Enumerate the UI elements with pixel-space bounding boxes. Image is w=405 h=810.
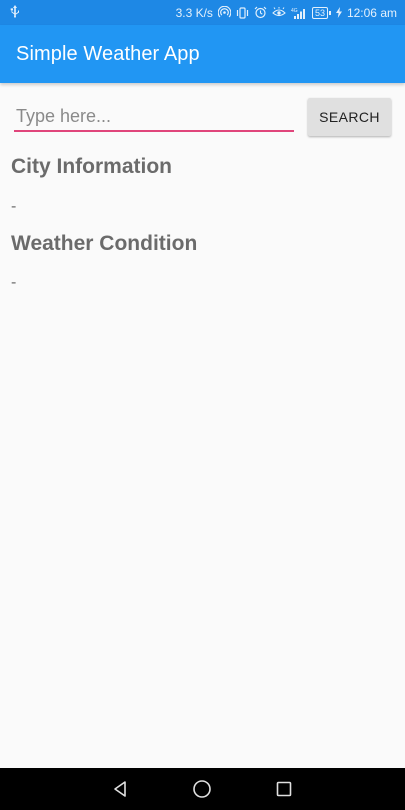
eye-comfort-icon [272,7,286,18]
weather-condition-title: Weather Condition [11,232,198,255]
status-bar: 3.3 K/s 4G 53 12:06 am [0,0,405,25]
app-bar: Simple Weather App [0,25,405,83]
status-right: 3.3 K/s 4G 53 12:06 am [176,6,397,20]
back-icon[interactable] [108,777,132,801]
weather-condition-value: - [11,274,17,291]
city-info-value: - [11,198,17,215]
hotspot-icon [217,6,231,19]
search-button[interactable]: SEARCH [308,98,391,136]
vibrate-icon [236,6,249,19]
charging-icon [335,7,342,18]
search-input[interactable] [14,102,294,132]
usb-icon [10,4,20,21]
alarm-icon [254,6,267,19]
signal-icon: 4G [291,7,307,19]
app-title: Simple Weather App [16,42,200,65]
network-speed: 3.3 K/s [175,5,213,20]
app-screen: 3.3 K/s 4G 53 12:06 am Simple Weather Ap… [0,0,405,810]
battery-level: 53 [311,6,328,19]
clock: 12:06 am [346,5,397,20]
home-icon[interactable] [190,777,214,801]
search-row: SEARCH [14,96,392,140]
recents-icon[interactable] [272,777,296,801]
svg-text:4G: 4G [291,8,298,14]
navigation-bar [0,768,405,810]
status-left [10,4,176,21]
battery-icon: 53 [311,6,331,19]
city-info-title: City Information [11,155,172,178]
